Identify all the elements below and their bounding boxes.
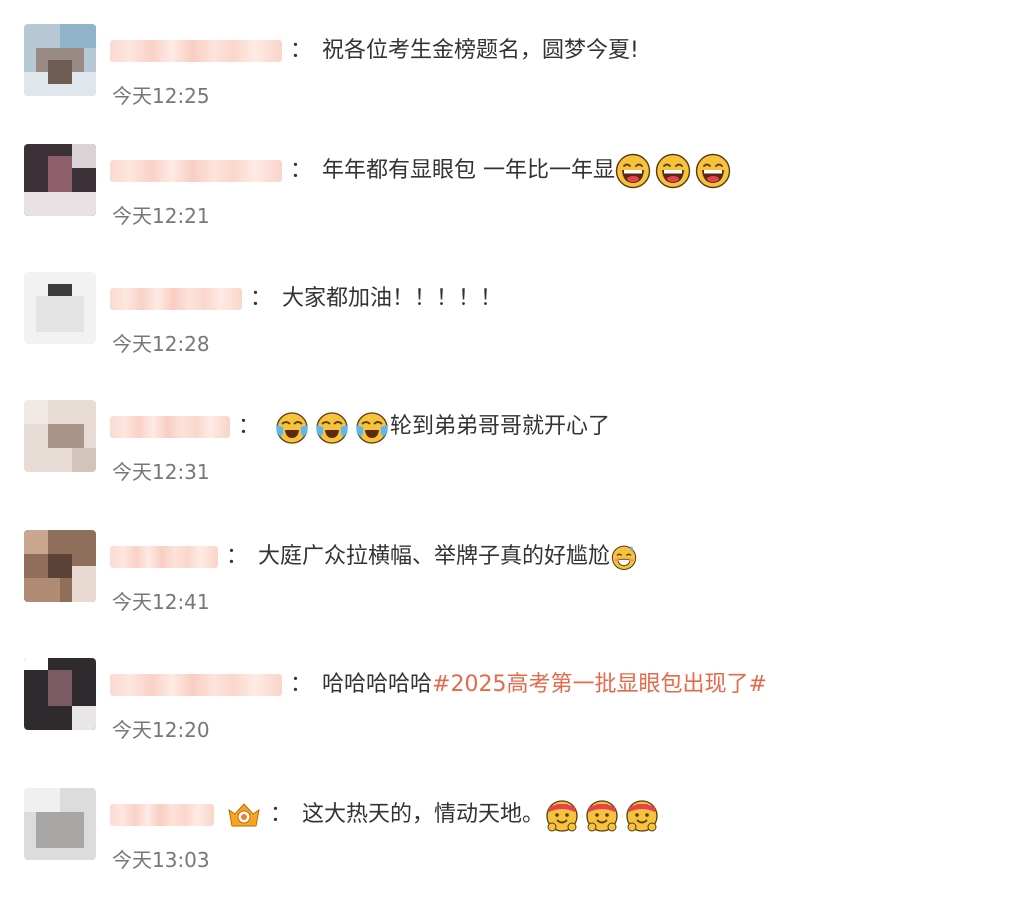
separator: ： bbox=[290, 158, 313, 183]
comment-time: 今天12:21 bbox=[112, 204, 210, 228]
avatar[interactable] bbox=[24, 144, 96, 216]
comment-item: ： 大庭广众拉横幅、举牌子真的好尴尬 今天12:41 bbox=[0, 530, 1033, 640]
nickname-redacted[interactable] bbox=[110, 804, 214, 826]
comment-line: ： 哈哈哈哈哈 #2025高考第一批显眼包出现了# bbox=[110, 668, 767, 702]
comment-line: ： 年年都有显眼包 一年比一年显 bbox=[110, 154, 735, 188]
comment-line: ： 祝各位考生金榜题名，圆梦今夏! bbox=[110, 34, 639, 68]
comment-item: ： 大家都加油！！！！！ 今天12:28 bbox=[0, 272, 1033, 382]
cheering-headband-emoji-icon bbox=[544, 797, 580, 833]
crying-laughing-emoji-icon bbox=[354, 409, 390, 445]
nickname-redacted[interactable] bbox=[110, 674, 282, 696]
comment-line: ： 这大热天的，情动天地。 bbox=[110, 798, 664, 832]
comment-item: ： 轮到弟弟哥哥就开心了 今天12:31 bbox=[0, 400, 1033, 510]
laughing-emoji-icon bbox=[615, 153, 651, 189]
comment-item: ： 这大热天的，情动天地。 今天13:03 bbox=[0, 788, 1033, 898]
comment-time: 今天13:03 bbox=[112, 848, 210, 872]
separator: ： bbox=[290, 38, 313, 63]
separator: ： bbox=[250, 286, 273, 311]
nickname-redacted[interactable] bbox=[110, 546, 218, 568]
avatar[interactable] bbox=[24, 530, 96, 602]
comment-text: 大庭广众拉横幅、举牌子真的好尴尬 bbox=[258, 544, 611, 569]
comment-line: ： 大庭广众拉横幅、举牌子真的好尴尬 bbox=[110, 540, 642, 574]
comment-item: ： 哈哈哈哈哈 #2025高考第一批显眼包出现了# 今天12:20 bbox=[0, 658, 1033, 768]
comment-time: 今天12:41 bbox=[112, 590, 210, 614]
comment-text: 祝各位考生金榜题名，圆梦今夏! bbox=[322, 38, 639, 63]
laughing-emoji-icon bbox=[655, 153, 691, 189]
crying-laughing-emoji-icon bbox=[274, 409, 310, 445]
avatar[interactable] bbox=[24, 788, 96, 860]
cheering-headband-emoji-icon bbox=[624, 797, 660, 833]
comment-text: 这大热天的，情动天地。 bbox=[302, 802, 545, 827]
comment-text: 哈哈哈哈哈 bbox=[322, 672, 433, 697]
comment-time: 今天12:28 bbox=[112, 332, 210, 356]
crying-laughing-emoji-icon bbox=[314, 409, 350, 445]
comment-text: 大家都加油！！！！！ bbox=[282, 286, 503, 311]
nickname-redacted[interactable] bbox=[110, 160, 282, 182]
laughing-emoji-icon bbox=[695, 153, 731, 189]
comment-item: ： 祝各位考生金榜题名，圆梦今夏! 今天12:25 bbox=[0, 24, 1033, 134]
avatar[interactable] bbox=[24, 24, 96, 96]
separator: ： bbox=[270, 802, 293, 827]
comment-line: ： 轮到弟弟哥哥就开心了 bbox=[110, 410, 610, 444]
nickname-redacted[interactable] bbox=[110, 416, 230, 438]
comment-text: 年年都有显眼包 一年比一年显 bbox=[322, 158, 616, 183]
cheering-headband-emoji-icon bbox=[584, 797, 620, 833]
separator: ： bbox=[290, 672, 313, 697]
comment-item: ： 年年都有显眼包 一年比一年显 今天12:21 bbox=[0, 144, 1033, 254]
comment-text: 轮到弟弟哥哥就开心了 bbox=[390, 414, 611, 439]
comment-line: ： 大家都加油！！！！！ bbox=[110, 282, 502, 316]
avatar[interactable] bbox=[24, 400, 96, 472]
nickname-redacted[interactable] bbox=[110, 40, 282, 62]
comment-time: 今天12:31 bbox=[112, 460, 210, 484]
fan-crown-badge-icon[interactable] bbox=[226, 800, 262, 830]
avatar[interactable] bbox=[24, 658, 96, 730]
comment-time: 今天12:20 bbox=[112, 718, 210, 742]
separator: ： bbox=[238, 414, 261, 439]
nickname-redacted[interactable] bbox=[110, 288, 242, 310]
awkward-sweat-emoji-icon bbox=[610, 543, 638, 571]
topic-link[interactable]: #2025高考第一批显眼包出现了# bbox=[432, 668, 767, 702]
comment-time: 今天12:25 bbox=[112, 84, 210, 108]
separator: ： bbox=[226, 544, 249, 569]
avatar[interactable] bbox=[24, 272, 96, 344]
